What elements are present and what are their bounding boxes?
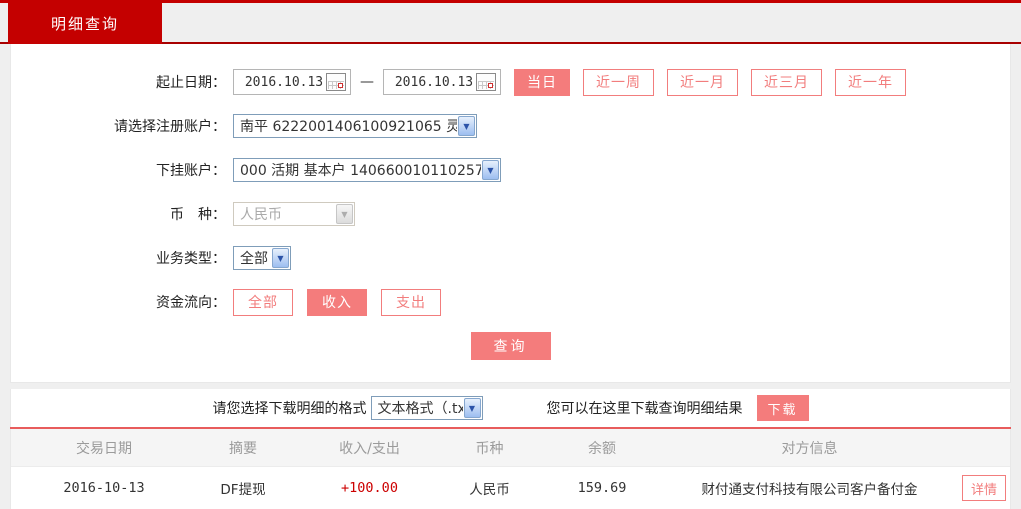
date-from-input[interactable] <box>242 74 326 90</box>
fund-flow-buttons: 全部 收入 支出 <box>233 288 441 316</box>
cell-counterparty: 财付通支付科技有限公司客户备付金 <box>701 482 918 498</box>
currency-select-value: 人民币 <box>240 207 282 223</box>
calendar-icon-dot <box>338 83 343 88</box>
tab-bar: 明细查询 <box>0 3 1021 44</box>
sub-account-select[interactable]: 000 活期 基本户 1406600101102571848 ▼ <box>233 158 501 182</box>
quick-range-month-button[interactable]: 近一月 <box>667 68 738 96</box>
download-format-label: 请您选择下载明细的格式 <box>212 401 367 417</box>
cell-summary: DF提现 <box>220 482 266 498</box>
chevron-down-icon[interactable]: ▼ <box>272 248 289 268</box>
header-transaction-date: 交易日期 <box>76 440 132 457</box>
header-counterparty: 对方信息 <box>781 440 838 457</box>
download-format-value: 文本格式（.txt） <box>377 401 463 417</box>
fund-flow-label: 资金流向： <box>156 295 226 311</box>
biz-type-row: 业务类型： 全部 ▼ <box>11 244 1010 272</box>
chevron-down-icon[interactable]: ▼ <box>463 398 481 418</box>
table-header-row: 交易日期 摘要 收入/支出 币种 余额 对方信息 <box>11 429 1010 467</box>
query-button-row: 查询 <box>11 332 1010 360</box>
account-label: 请选择注册账户： <box>114 119 226 135</box>
chevron-down-icon[interactable]: ▼ <box>458 116 475 136</box>
sub-account-row: 下挂账户： 000 活期 基本户 1406600101102571848 ▼ <box>11 156 1010 184</box>
sub-account-label: 下挂账户： <box>156 163 226 179</box>
cell-balance: 159.69 <box>577 480 627 496</box>
query-button[interactable]: 查询 <box>470 332 551 360</box>
sub-account-select-value: 000 活期 基本户 1406600101102571848 <box>240 163 481 179</box>
currency-row: 币 种： 人民币 ▼ <box>11 200 1010 228</box>
date-to-field[interactable] <box>383 69 501 95</box>
header-income-expense: 收入/支出 <box>339 440 400 457</box>
flow-income-button[interactable]: 收入 <box>307 288 367 316</box>
date-range-label: 起止日期： <box>156 75 226 91</box>
flow-all-button[interactable]: 全部 <box>233 288 293 316</box>
biz-type-select[interactable]: 全部 ▼ <box>233 246 291 270</box>
download-button[interactable]: 下载 <box>756 395 809 421</box>
detail-button[interactable]: 详情 <box>962 475 1006 501</box>
query-form: 起止日期： — <box>11 44 1010 383</box>
chevron-down-icon[interactable]: ▼ <box>482 160 499 180</box>
download-bar: 请您选择下载明细的格式 文本格式（.txt） ▼ 您可以在这里下载查询明细结果 … <box>11 389 1010 427</box>
download-format-select[interactable]: 文本格式（.txt） ▼ <box>370 396 483 420</box>
quick-range-week-button[interactable]: 近一周 <box>583 68 654 96</box>
quick-range-3month-button[interactable]: 近三月 <box>751 68 822 96</box>
currency-label: 币 种： <box>170 207 226 223</box>
header-currency: 币种 <box>475 440 504 457</box>
biz-type-select-value: 全部 <box>240 251 268 267</box>
calendar-icon[interactable] <box>326 73 346 91</box>
biz-type-label: 业务类型： <box>156 251 226 267</box>
chevron-down-icon: ▼ <box>336 204 353 224</box>
date-separator: — <box>360 74 374 90</box>
date-from-field[interactable] <box>233 69 351 95</box>
cell-amount: +100.00 <box>341 480 398 496</box>
calendar-icon[interactable] <box>476 73 496 91</box>
fund-flow-row: 资金流向： 全部 收入 支出 <box>11 288 1010 316</box>
tab-detail-query[interactable]: 明细查询 <box>8 3 162 44</box>
main-content: 起止日期： — <box>10 44 1011 509</box>
flow-expense-button[interactable]: 支出 <box>381 288 441 316</box>
download-hint-text: 您可以在这里下载查询明细结果 <box>546 401 743 417</box>
currency-select: 人民币 ▼ <box>233 202 355 226</box>
header-summary: 摘要 <box>229 440 257 457</box>
quick-range-today-button[interactable]: 当日 <box>514 68 570 96</box>
date-range-row: 起止日期： — <box>11 68 1010 96</box>
cell-currency: 人民币 <box>469 482 510 498</box>
header-balance: 余额 <box>588 440 616 457</box>
account-row: 请选择注册账户： 南平 6222001406100921065 灵通卡 ▼ <box>11 112 1010 140</box>
date-to-input[interactable] <box>392 74 476 90</box>
cell-transaction-date: 2016-10-13 <box>63 480 145 496</box>
quick-range-buttons: 当日 近一周 近一月 近三月 近一年 <box>514 68 906 96</box>
account-select-value: 南平 6222001406100921065 灵通卡 <box>240 119 457 135</box>
calendar-icon-dot <box>488 83 493 88</box>
account-select[interactable]: 南平 6222001406100921065 灵通卡 ▼ <box>233 114 477 138</box>
quick-range-year-button[interactable]: 近一年 <box>835 68 906 96</box>
table-row: 2016-10-13 DF提现 +100.00 人民币 159.69 财付通支付… <box>11 467 1010 509</box>
